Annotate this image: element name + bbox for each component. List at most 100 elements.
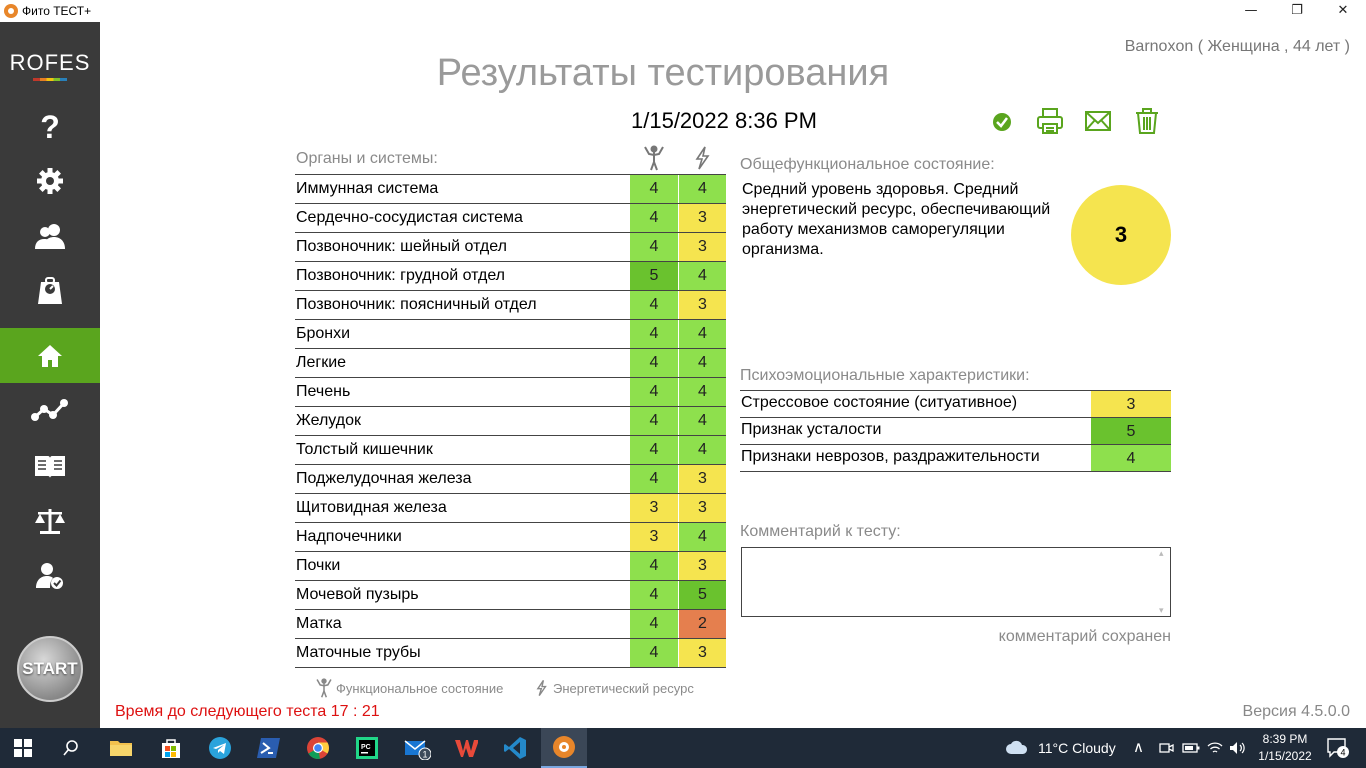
psycho-table: Стрессовое состояние (ситуативное) 3 Призн… [740, 390, 1171, 472]
chevron-up-icon[interactable]: ∧ [1133, 738, 1144, 756]
app-icon [4, 4, 18, 18]
sidebar-item-balance[interactable] [0, 493, 100, 548]
restore-button[interactable]: ❐ [1274, 0, 1320, 22]
energy-resource-value: 3 [678, 204, 726, 232]
organ-row: Щитовидная железа 3 3 [295, 494, 726, 523]
store-icon [162, 739, 180, 758]
taskbar-wps[interactable] [443, 728, 489, 768]
wifi-icon[interactable] [1206, 740, 1224, 756]
taskbar-store[interactable] [148, 728, 194, 768]
sidebar-item-graph[interactable] [0, 383, 100, 438]
taskbar-search-button[interactable] [48, 728, 94, 768]
comment-input[interactable] [741, 547, 1171, 617]
energy-resource-value: 3 [678, 291, 726, 319]
functional-state-value: 4 [630, 204, 678, 232]
psycho-value: 5 [1091, 418, 1171, 444]
organ-name: Маточные трубы [296, 644, 421, 661]
psycho-value: 3 [1091, 391, 1171, 417]
energy-resource-value: 4 [678, 378, 726, 406]
notifications-icon[interactable]: 4 [1326, 737, 1350, 759]
functional-state-value: 4 [630, 291, 678, 319]
psycho-name: Признак усталости [741, 421, 882, 438]
overall-header: Общефункциональное состояние: [740, 156, 995, 173]
close-button[interactable]: ✕ [1320, 0, 1366, 22]
sidebar-item-user-check[interactable] [0, 548, 100, 603]
organ-row: Печень 4 4 [295, 378, 726, 407]
organ-name: Печень [296, 383, 351, 400]
confirm-icon[interactable] [990, 110, 1014, 134]
energy-resource-value: 4 [678, 407, 726, 435]
comment-scrollbar[interactable] [1158, 548, 1168, 616]
legend-energy: Энергетический ресурс [533, 676, 694, 700]
version-label: Версия 4.5.0.0 [1242, 703, 1350, 720]
organ-row: Иммунная система 4 4 [295, 175, 726, 204]
functional-state-value: 4 [630, 552, 678, 580]
sidebar-item-book[interactable] [0, 438, 100, 493]
organ-name: Сердечно-сосудистая система [296, 209, 523, 226]
organ-row: Толстый кишечник 4 4 [295, 436, 726, 465]
energy-icon [695, 146, 710, 170]
windows-start-button[interactable] [0, 728, 46, 768]
organ-row: Легкие 4 4 [295, 349, 726, 378]
functional-state-value: 4 [630, 436, 678, 464]
graph-icon [31, 398, 68, 421]
minimize-button[interactable]: — [1228, 0, 1274, 22]
organ-name: Легкие [296, 354, 347, 371]
balance-icon [35, 508, 65, 534]
start-button[interactable]: START [17, 636, 83, 702]
cloud-icon [1006, 740, 1028, 754]
organ-row: Бронхи 4 4 [295, 320, 726, 349]
taskbar-mail[interactable]: 1 [394, 728, 440, 768]
energy-icon [536, 680, 547, 697]
users-icon [35, 223, 65, 249]
taskbar-chrome[interactable] [295, 728, 341, 768]
functional-state-value: 4 [630, 378, 678, 406]
next-test-timer: Время до следующего теста 17 : 21 [115, 703, 380, 720]
organs-table: Иммунная система 4 4 Сердечно-сосудистая си… [295, 174, 726, 668]
functional-state-value: 4 [630, 639, 678, 667]
weather-label[interactable]: 11°C Cloudy [1038, 740, 1116, 756]
clock-time[interactable]: 8:39 PM [1252, 732, 1318, 746]
taskbar-vscode[interactable] [492, 728, 538, 768]
psycho-row: Признаки неврозов, раздражительности 4 [740, 445, 1171, 472]
psycho-value: 4 [1091, 445, 1171, 471]
speaker-icon[interactable] [1228, 740, 1246, 756]
taskbar-file-explorer[interactable] [98, 728, 144, 768]
clock-date[interactable]: 1/15/2022 [1252, 749, 1318, 763]
sidebar-item-settings[interactable] [0, 153, 100, 208]
scale-icon [38, 276, 62, 304]
psycho-row: Признак усталости 5 [740, 418, 1171, 445]
meet-now-icon[interactable] [1158, 740, 1174, 756]
email-icon[interactable] [1084, 107, 1112, 135]
functional-state-value: 4 [630, 465, 678, 493]
delete-icon[interactable] [1133, 107, 1161, 135]
functional-state-value: 5 [630, 262, 678, 290]
energy-resource-value: 3 [678, 494, 726, 522]
organ-name: Матка [296, 615, 342, 632]
organ-name: Надпочечники [296, 528, 402, 545]
functional-state-value: 4 [630, 233, 678, 261]
powershell-icon [257, 738, 280, 758]
organ-row: Желудок 4 4 [295, 407, 726, 436]
taskbar-telegram[interactable] [197, 728, 243, 768]
functional-state-value: 4 [630, 349, 678, 377]
taskbar-pycharm[interactable]: PC [344, 728, 390, 768]
print-icon[interactable] [1036, 107, 1064, 135]
sidebar-item-users[interactable] [0, 208, 100, 263]
home-icon [38, 344, 62, 367]
organ-name: Толстый кишечник [296, 441, 433, 458]
taskbar-fito-test[interactable] [541, 728, 587, 768]
gear-icon [37, 167, 63, 194]
functional-state-value: 4 [630, 320, 678, 348]
organ-name: Желудок [296, 412, 361, 429]
chrome-icon [307, 737, 329, 759]
organ-row: Сердечно-сосудистая система 4 3 [295, 204, 726, 233]
functional-state-value: 4 [630, 175, 678, 203]
sidebar-item-home[interactable] [0, 328, 100, 383]
test-date: 1/15/2022 8:36 PM [631, 108, 817, 133]
taskbar-powershell[interactable] [246, 728, 292, 768]
book-icon [35, 455, 65, 478]
sidebar-item-scale[interactable] [0, 263, 100, 318]
sidebar-item-help[interactable]: ? [0, 98, 100, 153]
battery-icon[interactable] [1182, 741, 1200, 755]
